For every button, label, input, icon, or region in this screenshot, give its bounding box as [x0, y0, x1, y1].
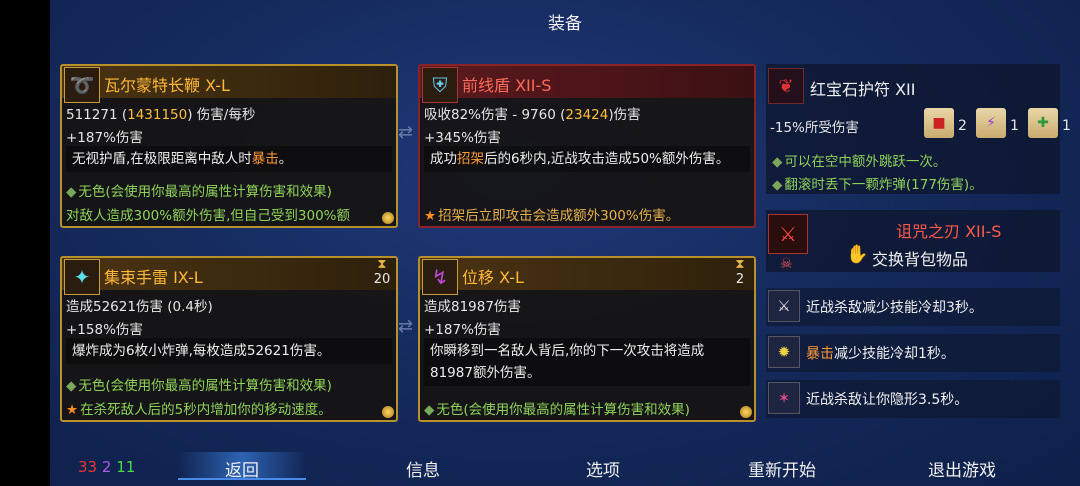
skill-card-grenade[interactable]: ✦ 集束手雷 IX-L ⧗ 20 造成52621伤害 (0.4秒) +158%伤害…	[60, 256, 398, 422]
shield-icon: ⛨	[422, 67, 458, 103]
brutality-scroll-count: 2	[958, 118, 967, 134]
swap-arrow-icon: ⇄	[398, 316, 414, 337]
skill-name: 位移 X-L	[462, 268, 524, 287]
skill-damage: 造成81987伤害	[424, 299, 521, 315]
skill-description: 爆炸成为6枚小炸弹,每枚造成52621伤害。	[66, 338, 392, 364]
mutation-text: 暴击减少技能冷却1秒。	[806, 346, 955, 362]
cursed-item-name: 诅咒之刃 XII-S	[896, 222, 1002, 241]
skill-extra-line: ★ 在杀死敌人后的5秒内增加你的移动速度。	[66, 402, 332, 418]
cursed-blade-icon: ⚔	[768, 214, 808, 254]
swap-arrow-icon: ⇄	[398, 122, 414, 143]
skill-header: ↯ 位移 X-L ⧗ 2	[420, 257, 754, 295]
weapon-color-line: ◆ 无色(会使用你最高的属性计算伤害和效果)	[66, 184, 332, 200]
skill-color-line: ◆ 无色(会使用你最高的属性计算伤害和效果)	[66, 378, 332, 394]
crit-mutation-icon: ✹	[768, 336, 800, 368]
rarity-gem-icon	[382, 212, 394, 224]
amulet-line: ◆ 可以在空中额外跳跃一次。	[772, 154, 947, 170]
survival-scroll-icon: ✚	[1028, 108, 1058, 138]
brutality-scroll-icon: ■	[924, 108, 954, 138]
skill-description: 你瞬移到一名敌人背后,你的下一次攻击将造成81987额外伤害。	[424, 338, 750, 386]
weapon-dps: 511271 (1431150) 伤害/每秒	[66, 107, 256, 123]
whip-icon: ➰	[64, 67, 100, 103]
hourglass-icon: ⧗	[735, 257, 745, 272]
mutation-text: 近战杀敌减少技能冷却3秒。	[806, 300, 983, 316]
skill-name: 集束手雷 IX-L	[104, 268, 203, 287]
diamond-icon: ◆	[66, 184, 77, 200]
inventory-screen: 装备 ➰ 瓦尔蒙特长鞭 X-L 511271 (1431150) 伤害/每秒 +…	[50, 0, 1080, 486]
weapon-card-whip[interactable]: ➰ 瓦尔蒙特长鞭 X-L 511271 (1431150) 伤害/每秒 +187…	[60, 64, 398, 228]
swap-backpack-button[interactable]: 交换背包物品	[872, 246, 968, 270]
melee-kill-mutation-icon: ⚔	[768, 290, 800, 322]
amulet-name: 红宝石护符 XII	[810, 80, 916, 99]
skill-bonus: +158%伤害	[66, 322, 143, 338]
mutation-row[interactable]: ✶ 近战杀敌让你隐形3.5秒。	[766, 380, 1060, 418]
shield-description: 成功招架后的6秒内,近战攻击造成50%额外伤害。	[424, 146, 750, 172]
star-icon: ★	[424, 208, 437, 224]
tactics-stat: 2	[101, 458, 112, 476]
skill-bonus: +187%伤害	[424, 322, 501, 338]
options-button[interactable]: 选项	[586, 456, 620, 481]
star-icon: ★	[66, 402, 79, 418]
tactics-scroll-count: 1	[1010, 118, 1019, 134]
restart-button[interactable]: 重新开始	[748, 456, 816, 481]
amulet-panel[interactable]: ❦ 红宝石护符 XII -15%所受伤害 ■ 2 ⚡ 1 ✚ 1 ◆ 可以在空中额…	[766, 64, 1071, 194]
mutation-row[interactable]: ✹ 暴击减少技能冷却1秒。	[766, 334, 1060, 372]
shield-bonus: +345%伤害	[424, 130, 501, 146]
diamond-icon: ◆	[66, 378, 77, 394]
quit-game-button[interactable]: 退出游戏	[928, 456, 996, 481]
rarity-gem-icon	[740, 406, 752, 418]
weapon-name: 瓦尔蒙特长鞭 X-L	[104, 76, 230, 95]
amulet-line: ◆ 翻滚时丢下一颗炸弹(177伤害)。	[772, 177, 983, 193]
info-button[interactable]: 信息	[406, 456, 440, 481]
shield-extra-line: ★ 招架后立即攻击会造成额外300%伤害。	[424, 208, 680, 224]
shield-header: ⛨ 前线盾 XII-S	[420, 66, 754, 103]
brutality-stat: 33	[78, 458, 98, 476]
skull-icon: ☠	[780, 256, 793, 272]
diamond-icon: ◆	[424, 402, 435, 418]
bottom-nav-bar: 33 2 11 返回 信息 选项 重新开始 退出游戏	[50, 446, 1080, 486]
back-button[interactable]: 返回	[178, 452, 306, 481]
screen-title: 装备	[548, 14, 582, 34]
skill-header: ✦ 集束手雷 IX-L ⧗ 20	[62, 257, 396, 295]
tactics-scroll-icon: ⚡	[976, 108, 1006, 138]
weapon-description: 无视护盾,在极限距离中敌人时暴击。	[66, 146, 392, 172]
scroll-stats: 33 2 11	[78, 458, 135, 476]
blink-icon: ↯	[422, 259, 458, 295]
shield-block: 吸收82%伤害 - 9760 (23424)伤害	[424, 107, 641, 123]
grenade-icon: ✦	[64, 259, 100, 295]
mutation-text: 近战杀敌让你隐形3.5秒。	[806, 392, 969, 408]
weapon-bonus: +187%伤害	[66, 130, 143, 146]
skill-cooldown: ⧗ 2	[730, 257, 750, 288]
amulet-icon: ❦	[768, 68, 804, 104]
weapon-header: ➰ 瓦尔蒙特长鞭 X-L	[62, 66, 396, 103]
skill-color-line: ◆ 无色(会使用你最高的属性计算伤害和效果)	[424, 402, 690, 418]
survival-stat: 11	[116, 458, 136, 476]
skill-damage: 造成52621伤害 (0.4秒)	[66, 299, 213, 315]
cursed-item-panel[interactable]: ⚔ ☠ 诅咒之刃 XII-S ✋ 交换背包物品	[766, 210, 1060, 272]
shield-card[interactable]: ⛨ 前线盾 XII-S 吸收82%伤害 - 9760 (23424)伤害 +34…	[418, 64, 756, 228]
swap-hand-icon: ✋	[846, 244, 869, 265]
mutation-row[interactable]: ⚔ 近战杀敌减少技能冷却3秒。	[766, 288, 1060, 326]
hourglass-icon: ⧗	[377, 257, 387, 272]
shield-name: 前线盾 XII-S	[462, 76, 552, 95]
left-black-bar	[0, 0, 50, 486]
survival-scroll-count: 1	[1062, 118, 1071, 134]
weapon-curse-line: 对敌人造成300%额外伤害,但自己受到300%额	[66, 208, 350, 224]
rarity-gem-icon	[382, 406, 394, 418]
stealth-mutation-icon: ✶	[768, 382, 800, 414]
amulet-stat: -15%所受伤害	[770, 120, 859, 136]
skill-cooldown: ⧗ 20	[373, 257, 391, 288]
skill-card-blink[interactable]: ↯ 位移 X-L ⧗ 2 造成81987伤害 +187%伤害 你瞬移到一名敌人背后…	[418, 256, 756, 422]
